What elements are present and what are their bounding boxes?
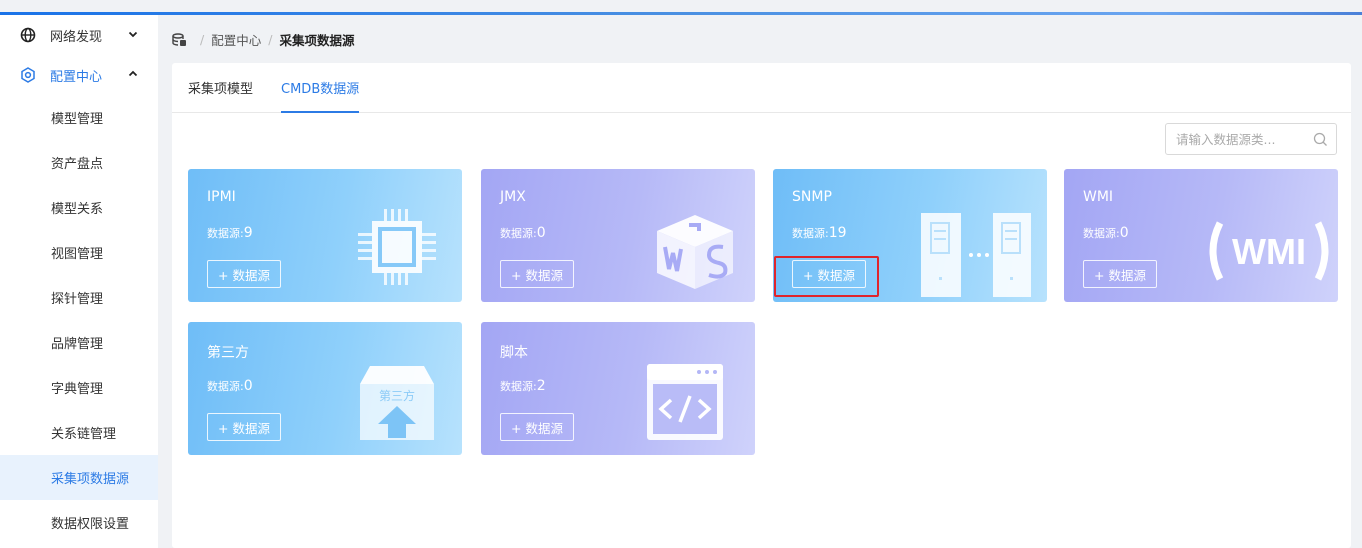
card-count: 数据源: 0 xyxy=(207,378,253,394)
menu-group-label: 配置中心 xyxy=(50,69,103,85)
card-count-value: 19 xyxy=(828,225,847,241)
card-count-label: 数据源: xyxy=(1083,227,1120,240)
search-box xyxy=(1165,123,1337,155)
add-datasource-button[interactable]: + 数据源 xyxy=(500,413,574,441)
sidebar-item-data-permission-settings[interactable]: 数据权限设置 xyxy=(0,500,158,545)
add-datasource-button[interactable]: + 数据源 xyxy=(207,413,281,441)
datasource-card-script: 脚本 数据源: 2 + 数据源 xyxy=(481,322,755,455)
add-datasource-button[interactable]: + 数据源 xyxy=(207,260,281,288)
card-count-label: 数据源: xyxy=(500,227,537,240)
card-count-value: 0 xyxy=(243,378,253,394)
tab-bar: 采集项模型 CMDB数据源 xyxy=(172,63,1351,113)
sidebar-item-model-relations[interactable]: 模型关系 xyxy=(0,185,158,230)
sidebar-item-asset-inventory[interactable]: 资产盘点 xyxy=(0,140,158,185)
jmx-cube-icon xyxy=(649,211,741,295)
code-window-icon xyxy=(645,362,725,446)
card-count: 数据源: 0 xyxy=(1083,225,1129,241)
card-count-value: 0 xyxy=(1119,225,1129,241)
tab-cmdb-datasource[interactable]: CMDB数据源 xyxy=(281,62,360,113)
card-count-value: 2 xyxy=(536,378,546,394)
card-title: 第三方 xyxy=(207,345,249,361)
card-title: 脚本 xyxy=(500,345,528,361)
sidebar-item-view-management[interactable]: 视图管理 xyxy=(0,230,158,275)
chevron-up-icon xyxy=(128,69,158,82)
card-count: 数据源: 0 xyxy=(500,225,546,241)
datasource-card-third-party: 第三方 数据源: 0 + 数据源 第三方 xyxy=(188,322,462,455)
card-count: 数据源: 2 xyxy=(500,378,546,394)
datasource-card-wmi: WMI 数据源: 0 + 数据源 WMI xyxy=(1064,169,1338,302)
card-count-label: 数据源: xyxy=(500,380,537,393)
chip-icon xyxy=(356,205,440,293)
card-count-label: 数据源: xyxy=(792,227,829,240)
top-accent-bar xyxy=(0,12,1362,15)
add-datasource-button[interactable]: + 数据源 xyxy=(500,260,574,288)
card-title: JMX xyxy=(500,189,526,205)
box-label-text: 第三方 xyxy=(379,388,415,403)
menu-group-network-discovery[interactable]: 网络发现 xyxy=(0,15,158,55)
breadcrumb: / 配置中心 / 采集项数据源 xyxy=(172,30,354,49)
datasource-card-ipmi: IPMI 数据源: 9 + 数据源 xyxy=(188,169,462,302)
sidebar-item-relation-chain-management[interactable]: 关系链管理 xyxy=(0,410,158,455)
chevron-down-icon xyxy=(128,29,158,42)
third-party-box-icon: 第三方 xyxy=(356,362,438,446)
tab-collection-model[interactable]: 采集项模型 xyxy=(188,62,253,112)
datasource-card-jmx: JMX 数据源: 0 + 数据源 xyxy=(481,169,755,302)
card-count-value: 0 xyxy=(536,225,546,241)
search-input[interactable] xyxy=(1176,131,1313,147)
globe-icon xyxy=(20,27,36,43)
breadcrumb-current: 采集项数据源 xyxy=(279,33,355,48)
breadcrumb-separator: / xyxy=(268,32,273,47)
sidebar-item-model-management[interactable]: 模型管理 xyxy=(0,95,158,140)
sidebar-item-collection-datasource[interactable]: 采集项数据源 xyxy=(0,455,158,500)
card-title: WMI xyxy=(1083,189,1114,205)
wmi-logo-icon: WMI xyxy=(1204,213,1334,293)
sidebar: 网络发现 配置中心 模型管理 资产盘点 模型关系 视图管理 探针管理 品牌管理 … xyxy=(0,15,158,548)
database-icon xyxy=(172,32,187,47)
card-count: 数据源: 9 xyxy=(207,225,253,241)
gear-icon xyxy=(20,67,36,83)
card-title: SNMP xyxy=(792,189,832,205)
add-datasource-button[interactable]: + 数据源 xyxy=(1083,260,1157,288)
card-count-label: 数据源: xyxy=(207,227,244,240)
sidebar-item-brand-management[interactable]: 品牌管理 xyxy=(0,320,158,365)
servers-icon xyxy=(917,209,1035,302)
card-title: IPMI xyxy=(207,189,236,205)
sidebar-item-dictionary-management[interactable]: 字典管理 xyxy=(0,365,158,410)
search-icon[interactable] xyxy=(1313,132,1328,147)
main-panel: 采集项模型 CMDB数据源 xyxy=(172,63,1351,548)
card-count: 数据源: 19 xyxy=(792,225,847,241)
sidebar-item-probe-management[interactable]: 探针管理 xyxy=(0,275,158,320)
menu-group-label: 网络发现 xyxy=(50,29,103,45)
card-count-value: 9 xyxy=(243,225,253,241)
menu-group-config-center[interactable]: 配置中心 xyxy=(0,55,158,95)
card-count-label: 数据源: xyxy=(207,380,244,393)
annotation-highlight-box xyxy=(774,256,879,297)
wmi-logo-text: WMI xyxy=(1232,231,1306,272)
breadcrumb-separator: / xyxy=(200,32,205,47)
breadcrumb-root[interactable]: 配置中心 xyxy=(211,30,261,49)
